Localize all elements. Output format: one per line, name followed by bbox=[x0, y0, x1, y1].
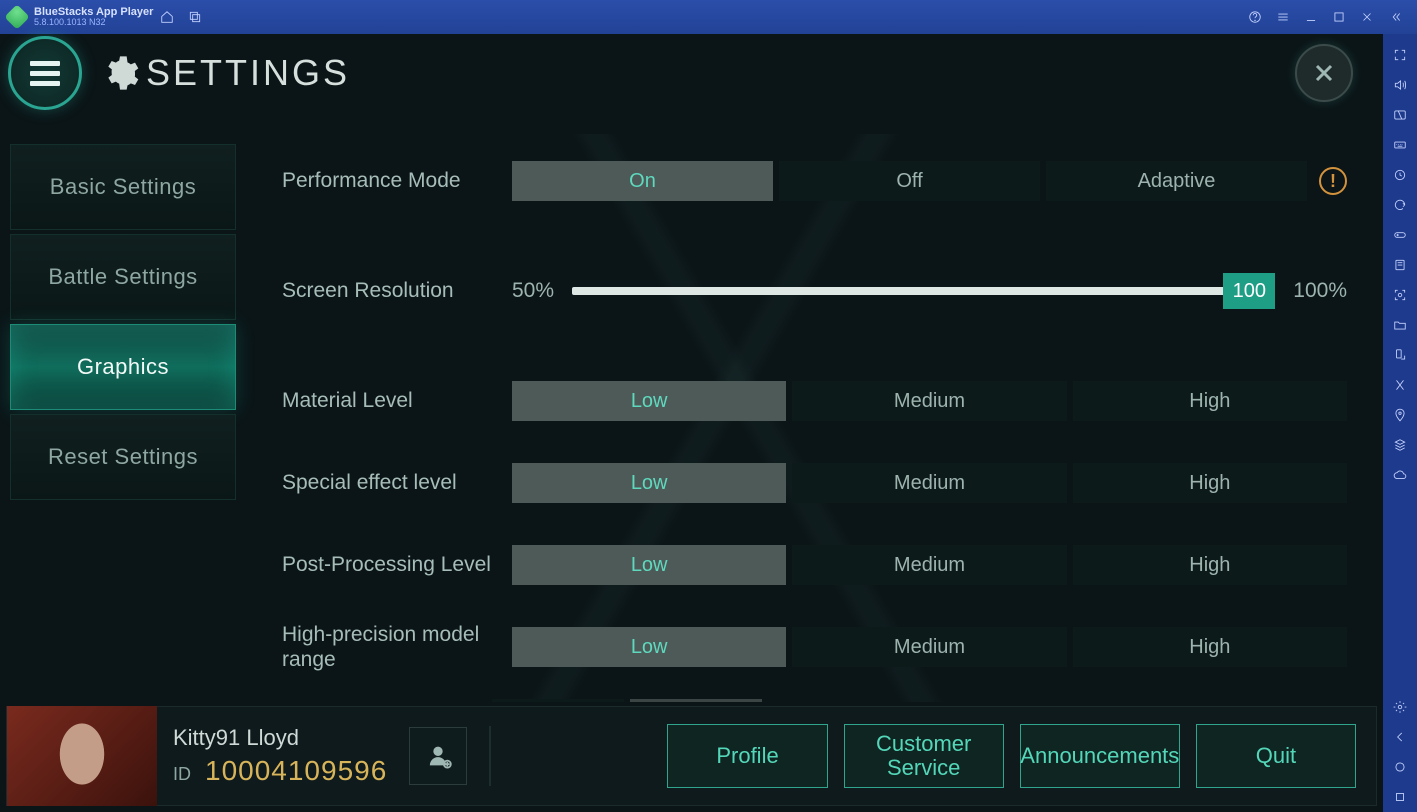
opt-post-medium[interactable]: Medium bbox=[792, 545, 1066, 585]
opt-fog-off[interactable]: Off bbox=[630, 699, 762, 702]
slider-min-label: 50% bbox=[512, 279, 554, 303]
tab-reset-settings[interactable]: Reset Settings bbox=[10, 414, 236, 500]
label-material-level: Material Level bbox=[282, 388, 512, 413]
opt-post-low[interactable]: Low bbox=[512, 545, 786, 585]
back-icon[interactable] bbox=[1386, 722, 1414, 752]
user-id: 10004109596 bbox=[205, 755, 387, 787]
maximize-icon[interactable] bbox=[1325, 3, 1353, 31]
announcements-button[interactable]: Announcements bbox=[1020, 724, 1180, 788]
screenshot-icon[interactable] bbox=[1386, 280, 1414, 310]
footer-bar: Kitty91 Lloyd ID 10004109596 Profile Cus… bbox=[6, 706, 1377, 806]
label-high-precision: High-precision model range bbox=[282, 622, 512, 672]
opt-material-high[interactable]: High bbox=[1073, 381, 1347, 421]
volume-icon[interactable] bbox=[1386, 70, 1414, 100]
bluestacks-sidebar bbox=[1383, 34, 1417, 812]
close-window-icon[interactable] bbox=[1353, 3, 1381, 31]
row-performance-mode: Performance Mode On Off Adaptive ! bbox=[282, 146, 1347, 216]
opt-perf-adaptive[interactable]: Adaptive bbox=[1046, 161, 1307, 201]
opt-perf-on[interactable]: On bbox=[512, 161, 773, 201]
settings-tabs: Basic Settings Battle Settings Graphics … bbox=[0, 134, 236, 702]
divider bbox=[489, 726, 491, 786]
android-recents-icon[interactable] bbox=[1386, 782, 1414, 812]
slider-thumb[interactable]: 100 bbox=[1223, 273, 1275, 309]
user-id-label: ID bbox=[173, 764, 191, 785]
change-avatar-button[interactable] bbox=[409, 727, 467, 785]
menu-button[interactable] bbox=[8, 36, 82, 110]
opt-sfx-medium[interactable]: Medium bbox=[792, 463, 1066, 503]
gear-icon bbox=[100, 53, 140, 93]
gamepad-icon[interactable] bbox=[1386, 220, 1414, 250]
tab-basic-settings[interactable]: Basic Settings bbox=[10, 144, 236, 230]
label-screen-resolution: Screen Resolution bbox=[282, 278, 512, 303]
row-material-level: Material Level Low Medium High bbox=[282, 366, 1347, 436]
media-folder-icon[interactable] bbox=[1386, 310, 1414, 340]
opt-material-low[interactable]: Low bbox=[512, 381, 786, 421]
opt-post-high[interactable]: High bbox=[1073, 545, 1347, 585]
quit-button[interactable]: Quit bbox=[1196, 724, 1356, 788]
game-viewport: SETTINGS Basic Settings Battle Settings … bbox=[0, 34, 1383, 812]
page-title: SETTINGS bbox=[146, 52, 350, 94]
opt-hp-medium[interactable]: Medium bbox=[792, 627, 1066, 667]
opt-sfx-low[interactable]: Low bbox=[512, 463, 786, 503]
avatar[interactable] bbox=[7, 706, 157, 806]
slider-max-label: 100% bbox=[1293, 279, 1347, 303]
sync-icon[interactable] bbox=[1386, 190, 1414, 220]
apk-icon[interactable] bbox=[1386, 250, 1414, 280]
row-screen-resolution: Screen Resolution 50% 100 100% bbox=[282, 256, 1347, 326]
multi-instance-icon[interactable] bbox=[1386, 430, 1414, 460]
resolution-slider[interactable]: 100 bbox=[572, 287, 1275, 295]
user-name: Kitty91 Lloyd bbox=[173, 725, 387, 751]
label-post-processing: Post-Processing Level bbox=[282, 552, 512, 577]
tab-graphics[interactable]: Graphics bbox=[10, 324, 236, 410]
settings-header: SETTINGS bbox=[0, 34, 1383, 112]
label-performance-mode: Performance Mode bbox=[282, 168, 512, 193]
android-home-icon[interactable] bbox=[1386, 752, 1414, 782]
keyboard-icon[interactable] bbox=[1386, 130, 1414, 160]
opt-hp-low[interactable]: Low bbox=[512, 627, 786, 667]
rotate-icon[interactable] bbox=[1386, 340, 1414, 370]
row-high-precision: High-precision model range Low Medium Hi… bbox=[282, 612, 1347, 682]
menu-icon[interactable] bbox=[1269, 3, 1297, 31]
bluestacks-version: 5.8.100.1013 N32 bbox=[34, 18, 153, 28]
tab-battle-settings[interactable]: Battle Settings bbox=[10, 234, 236, 320]
home-icon[interactable] bbox=[153, 3, 181, 31]
minimize-icon[interactable] bbox=[1297, 3, 1325, 31]
row-post-processing: Post-Processing Level Low Medium High bbox=[282, 530, 1347, 600]
opt-sfx-high[interactable]: High bbox=[1073, 463, 1347, 503]
collapse-sidebar-icon[interactable] bbox=[1381, 3, 1409, 31]
shake-icon[interactable] bbox=[1386, 370, 1414, 400]
opt-perf-off[interactable]: Off bbox=[779, 161, 1040, 201]
recents-icon[interactable] bbox=[181, 3, 209, 31]
keymap-icon[interactable] bbox=[1386, 100, 1414, 130]
close-button[interactable] bbox=[1295, 44, 1353, 102]
opt-material-medium[interactable]: Medium bbox=[792, 381, 1066, 421]
opt-hp-high[interactable]: High bbox=[1073, 627, 1347, 667]
warning-icon[interactable]: ! bbox=[1319, 167, 1347, 195]
row-volumetric-fog: Volumetric Fog On Off bbox=[282, 694, 1347, 702]
fullscreen-icon[interactable] bbox=[1386, 40, 1414, 70]
record-icon[interactable] bbox=[1386, 160, 1414, 190]
row-special-effect: Special effect level Low Medium High bbox=[282, 448, 1347, 518]
cloud-icon[interactable] bbox=[1386, 460, 1414, 490]
bluestacks-titlebar: BlueStacks App Player 5.8.100.1013 N32 bbox=[0, 0, 1417, 34]
location-icon[interactable] bbox=[1386, 400, 1414, 430]
settings-pane: Performance Mode On Off Adaptive ! Scree… bbox=[236, 134, 1383, 702]
profile-button[interactable]: Profile bbox=[667, 724, 827, 788]
help-icon[interactable] bbox=[1241, 3, 1269, 31]
settings-icon[interactable] bbox=[1386, 692, 1414, 722]
opt-fog-on[interactable]: On bbox=[492, 699, 624, 702]
customer-service-button[interactable]: Customer Service bbox=[844, 724, 1004, 788]
bluestacks-logo-icon bbox=[4, 4, 29, 29]
label-special-effect: Special effect level bbox=[282, 470, 512, 495]
